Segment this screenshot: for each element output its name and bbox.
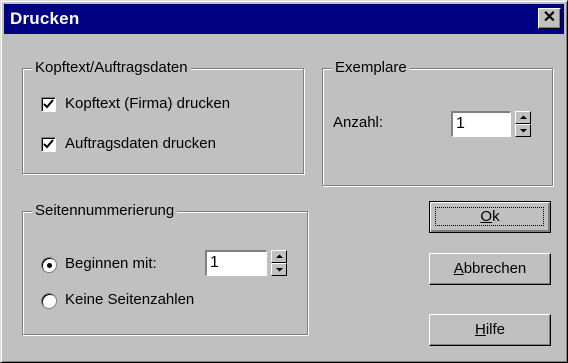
keine-seitenzahlen-radio[interactable] [41, 293, 57, 309]
arrow-down-icon [520, 129, 527, 133]
beginnen-spin-down-button[interactable] [271, 263, 287, 276]
auftragsdaten-checkbox-label: Auftragsdaten drucken [65, 135, 216, 152]
cancel-button-label: Abbrechen [453, 260, 527, 277]
kopftext-group-legend: Kopftext/Auftragsdaten [32, 59, 191, 76]
checkmark-icon [43, 99, 54, 109]
keine-seitenzahlen-radio-row[interactable]: Keine Seitenzahlen [41, 291, 241, 310]
kopftext-checkbox[interactable] [41, 97, 56, 112]
beginnen-radio[interactable] [41, 257, 57, 273]
arrow-down-icon [276, 268, 283, 272]
auftragsdaten-checkbox[interactable] [41, 137, 56, 152]
ok-button-label: Ok [480, 208, 500, 225]
close-icon: ✕ [542, 9, 557, 26]
beginnen-radio-row[interactable]: Beginnen mit: [41, 255, 191, 274]
checkmark-icon [43, 139, 54, 149]
anzahl-label: Anzahl: [333, 114, 384, 131]
keine-seitenzahlen-radio-label: Keine Seitenzahlen [65, 291, 195, 308]
arrow-up-icon [520, 115, 527, 119]
arrow-up-icon [276, 254, 283, 258]
exemplare-group: Exemplare Anzahl: 1 [322, 59, 553, 186]
anzahl-spin-down-button[interactable] [515, 124, 531, 137]
window-title: Drucken [10, 9, 80, 28]
anzahl-input[interactable]: 1 [451, 111, 511, 137]
title-bar: Drucken ✕ [4, 4, 564, 34]
help-button[interactable]: Hilfe [429, 314, 551, 346]
cancel-button[interactable]: Abbrechen [429, 253, 551, 285]
help-button-label: Hilfe [474, 321, 506, 338]
beginnen-input[interactable]: 1 [205, 250, 267, 276]
kopftext-checkbox-label: Kopftext (Firma) drucken [65, 95, 231, 112]
beginnen-radio-label: Beginnen mit: [65, 255, 157, 272]
auftragsdaten-checkbox-row[interactable]: Auftragsdaten drucken [41, 135, 281, 154]
anzahl-spinner [515, 111, 531, 137]
kopftext-checkbox-row[interactable]: Kopftext (Firma) drucken [41, 95, 281, 114]
kopftext-group: Kopftext/Auftragsdaten Kopftext (Firma) … [22, 59, 304, 174]
ok-button[interactable]: Ok [429, 201, 551, 233]
close-button[interactable]: ✕ [538, 8, 561, 29]
exemplare-group-legend: Exemplare [332, 59, 410, 76]
anzahl-spin-up-button[interactable] [515, 111, 531, 124]
print-dialog: Drucken ✕ Kopftext/Auftragsdaten Kopftex… [0, 0, 568, 363]
beginnen-spinner [271, 250, 287, 276]
beginnen-spin-up-button[interactable] [271, 250, 287, 263]
seitennummerierung-group-legend: Seitennummerierung [32, 202, 178, 219]
seitennummerierung-group: Seitennummerierung Beginnen mit: 1 Keine… [22, 202, 308, 335]
